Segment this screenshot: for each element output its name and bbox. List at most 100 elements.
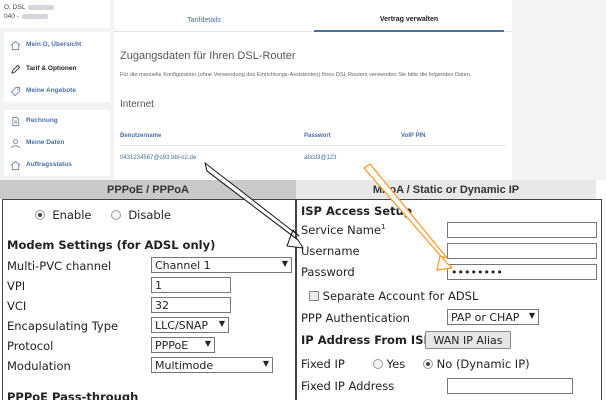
redacted-text xyxy=(21,13,48,19)
tab-tariff-details[interactable]: Tarifdetails xyxy=(114,8,294,32)
username-value: 0431234567@o93 bbi-o2.de xyxy=(120,155,197,161)
service-name-input[interactable] xyxy=(447,222,597,238)
dropdown-arrow-icon: ▼ xyxy=(281,259,288,268)
disable-option[interactable]: Disable xyxy=(111,208,171,222)
sidebar-item-invoice[interactable]: Rechnung xyxy=(4,110,110,132)
account-info: O, DSL 040 - xyxy=(0,0,110,28)
password-input[interactable]: •••••••• xyxy=(447,264,597,280)
multi-pvc-label: Multi-PVC channel xyxy=(7,259,112,273)
router-config: PPPoE / PPPoA MPoA / Static or Dynamic I… xyxy=(0,180,606,400)
radio-fixed-ip-no[interactable] xyxy=(423,359,433,369)
fixed-ip-no-option[interactable]: No (Dynamic IP) xyxy=(423,357,530,371)
credential-password: abcd3@123 xyxy=(304,155,336,161)
account-line-2: 040 - xyxy=(4,13,19,20)
sidebar-item-label: Meine Daten xyxy=(26,139,65,146)
radio-enable[interactable] xyxy=(35,210,45,220)
home-icon xyxy=(10,40,21,51)
fixed-ip-address-label: Fixed IP Address xyxy=(301,379,395,393)
protocol-value: PPPoE xyxy=(155,339,189,352)
no-label: No (Dynamic IP) xyxy=(436,357,530,371)
account-line-1: O, DSL xyxy=(4,4,26,11)
ppp-auth-label: PPP Authentication xyxy=(301,311,410,325)
password-value: abcd3@123 xyxy=(304,155,337,162)
fixed-ip-yes-option[interactable]: Yes xyxy=(373,357,405,371)
dropdown-arrow-icon: ▼ xyxy=(204,339,211,348)
sidebar-item-order-status[interactable]: Auftragsstatus xyxy=(4,154,110,176)
radio-disable[interactable] xyxy=(111,210,121,220)
column-header-voip: VoIP PIN xyxy=(401,133,426,139)
pencil-icon xyxy=(10,64,21,75)
portal-tabs: Tarifdetails Vertrag verwalten xyxy=(114,8,512,32)
passthrough-heading: PPPoE Pass-through xyxy=(7,390,139,400)
enable-option[interactable]: Enable xyxy=(35,208,91,222)
isp-access-panel: ISP Access Setup Service Name1 Username … xyxy=(296,199,602,400)
credential-username: 0431234567@o93 bbi-o2.de xyxy=(120,155,196,161)
enable-label: Enable xyxy=(52,208,92,222)
radio-fixed-ip-yes[interactable] xyxy=(373,359,383,369)
encap-label: Encapsulating Type xyxy=(7,319,119,333)
column-header-password: Passwort xyxy=(304,133,331,139)
column-header-username: Benutzername xyxy=(120,133,162,139)
protocol-label: Protocol xyxy=(7,339,54,353)
vci-label: VCI xyxy=(7,299,27,313)
footnote-marker: 1 xyxy=(381,223,386,232)
username-input[interactable] xyxy=(447,243,597,259)
isp-access-heading: ISP Access Setup xyxy=(301,204,413,218)
modulation-value: Multimode xyxy=(155,359,214,372)
separate-account-label: Separate Account for ADSL xyxy=(322,289,479,303)
service-name-text: Service Name xyxy=(301,223,382,237)
vpi-input[interactable]: 1 xyxy=(151,277,231,293)
page-description: Für die manuelle Konfiguration (ohne Ver… xyxy=(120,72,472,78)
tag-icon xyxy=(10,86,21,97)
disable-label: Disable xyxy=(128,208,171,222)
sidebar-item-overview[interactable]: Mein O, Übersicht xyxy=(4,32,110,58)
tab-mpoa-static-dynamic[interactable]: MPoA / Static or Dynamic IP xyxy=(296,180,596,199)
divider xyxy=(120,145,506,146)
home-icon xyxy=(10,160,21,171)
wan-ip-alias-button[interactable]: WAN IP Alias xyxy=(425,331,511,349)
nav-group-2: Rechnung Meine Daten Auftragsstatus xyxy=(4,110,110,176)
ppp-auth-select[interactable]: PAP or CHAP ▼ xyxy=(447,309,539,325)
ppp-auth-value: PAP or CHAP xyxy=(451,311,520,324)
service-name-label: Service Name1 xyxy=(301,223,386,237)
portal-main: Tarifdetails Vertrag verwalten Zugangsda… xyxy=(114,0,512,180)
modem-settings-heading: Modem Settings (for ADSL only) xyxy=(7,238,216,252)
multi-pvc-select[interactable]: Channel 1 ▼ xyxy=(151,257,292,273)
ip-from-isp-heading: IP Address From ISP xyxy=(301,333,432,347)
sidebar-item-label: Rechnung xyxy=(26,117,58,124)
section-title: Internet xyxy=(120,99,154,110)
password-label: Password xyxy=(301,265,355,279)
vci-input[interactable]: 32 xyxy=(151,297,231,313)
modulation-select[interactable]: Multimode ▼ xyxy=(151,357,273,373)
modulation-label: Modulation xyxy=(7,359,71,373)
yes-label: Yes xyxy=(386,357,406,371)
dropdown-arrow-icon: ▼ xyxy=(218,319,225,328)
provider-portal: O, DSL 040 - Mein O, Übersicht Tarif & O… xyxy=(0,0,606,180)
sidebar-item-tariff[interactable]: Tarif & Optionen xyxy=(4,58,110,80)
sidebar-item-offers[interactable]: Meine Angebote xyxy=(4,80,110,102)
protocol-select[interactable]: PPPoE ▼ xyxy=(151,337,215,353)
redacted-text xyxy=(28,4,55,10)
multi-pvc-value: Channel 1 xyxy=(155,259,211,272)
portal-sidebar: O, DSL 040 - Mein O, Übersicht Tarif & O… xyxy=(0,0,114,180)
document-icon xyxy=(10,116,21,127)
tab-manage-contract[interactable]: Vertrag verwalten xyxy=(314,8,504,32)
username-label: Username xyxy=(301,244,360,258)
sidebar-item-label: Meine Angebote xyxy=(26,87,76,94)
pppoe-panel: Enable Disable Modem Settings (for ADSL … xyxy=(2,199,296,400)
encap-value: LLC/SNAP xyxy=(155,319,209,332)
fixed-ip-address-input[interactable] xyxy=(447,378,573,394)
vpi-label: VPI xyxy=(7,279,26,293)
dropdown-arrow-icon: ▼ xyxy=(262,359,269,368)
separate-account-checkbox[interactable] xyxy=(309,291,319,301)
sidebar-item-label: Mein O, Übersicht xyxy=(26,41,82,48)
separate-account-option[interactable]: Separate Account for ADSL xyxy=(309,289,478,303)
sidebar-item-label: Tarif & Optionen xyxy=(26,65,77,72)
person-icon xyxy=(10,138,21,149)
sidebar-item-my-data[interactable]: Meine Daten xyxy=(4,132,110,154)
dropdown-arrow-icon: ▼ xyxy=(528,311,535,320)
tab-pppoe-pppoa[interactable]: PPPoE / PPPoA xyxy=(0,180,296,199)
fixed-ip-label: Fixed IP xyxy=(301,357,345,371)
encap-select[interactable]: LLC/SNAP ▼ xyxy=(151,317,229,333)
page-title: Zugangsdaten für Ihren DSL-Router xyxy=(120,50,296,62)
